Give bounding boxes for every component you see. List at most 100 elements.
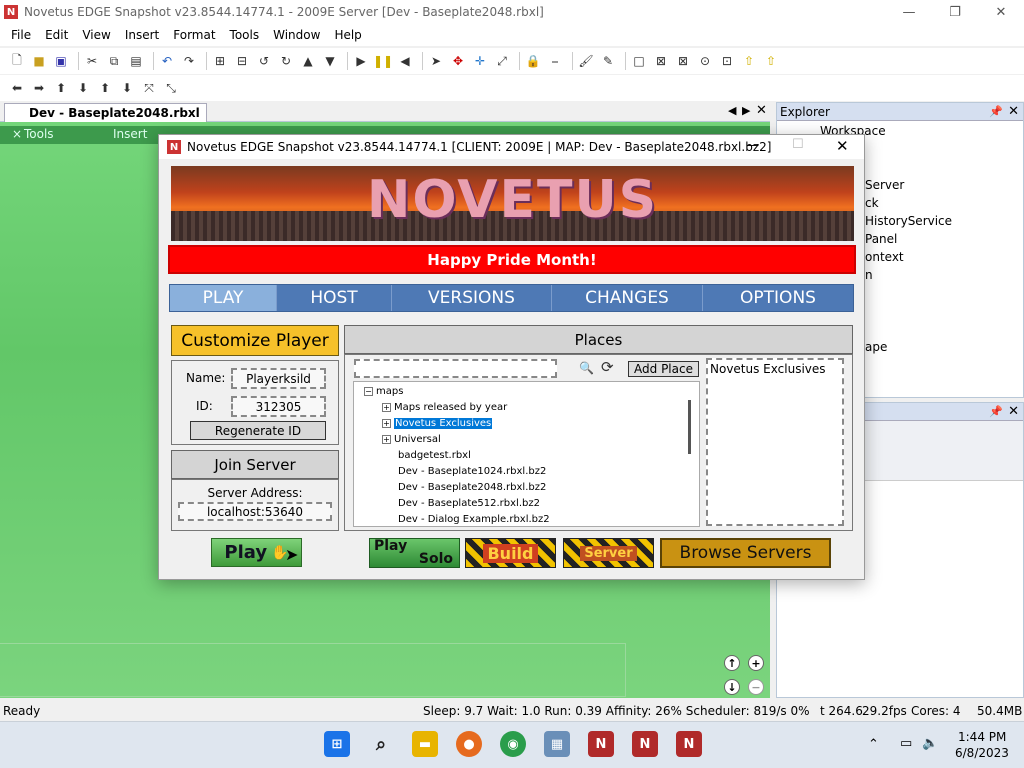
tree-root[interactable]: − maps <box>364 386 403 397</box>
arrow-left-icon[interactable]: ⬅ <box>8 79 26 97</box>
tab-nav-right-icon[interactable]: ▶ <box>742 104 750 117</box>
volume-icon[interactable]: 🔈 <box>922 736 938 751</box>
undo-icon[interactable]: ↶ <box>158 52 176 70</box>
novetus-taskbar-icon-2[interactable]: N <box>632 731 658 757</box>
server-address-field[interactable]: localhost:53640 <box>178 502 332 521</box>
tab-nav-left-icon[interactable]: ◀ <box>728 104 736 117</box>
minimize-icon[interactable]: — <box>886 0 932 24</box>
name-field[interactable]: Playerksild <box>231 368 326 389</box>
rotate-left-icon[interactable]: ↺ <box>255 52 273 70</box>
wedge-icon[interactable]: ⊠ <box>652 52 670 70</box>
arrow-top-icon[interactable]: ⬆ <box>96 79 114 97</box>
browse-servers-button[interactable]: Browse Servers <box>660 538 831 568</box>
server-button[interactable]: Server <box>563 538 654 568</box>
explorer-item-server[interactable]: Server <box>865 178 904 192</box>
menu-edit[interactable]: Edit <box>38 28 75 42</box>
chrome-icon[interactable]: ◉ <box>500 731 526 757</box>
network-icon[interactable]: ▭ <box>900 736 912 751</box>
menu-tools[interactable]: Tools <box>223 28 267 42</box>
tab-play[interactable]: PLAY <box>170 285 277 311</box>
rotate-right-icon[interactable]: ↻ <box>277 52 295 70</box>
arrow-down-icon[interactable]: ⬇ <box>74 79 92 97</box>
search-icon[interactable]: 🔍 <box>579 361 594 375</box>
menu-format[interactable]: Format <box>166 28 222 42</box>
regenerate-id-button[interactable]: Regenerate ID <box>190 421 326 440</box>
stop-icon[interactable]: ◀ <box>396 52 414 70</box>
zoom-in-icon[interactable]: + <box>748 655 764 671</box>
taskbar-time[interactable]: 1:44 PM <box>958 730 1006 744</box>
tab-versions[interactable]: VERSIONS <box>392 285 552 311</box>
tab-baseplate2048[interactable]: Dev - Baseplate2048.rbxl <box>4 103 207 122</box>
tree-scrollbar[interactable] <box>688 400 691 454</box>
search-icon[interactable]: ⌕ <box>368 731 394 757</box>
camera-down-icon[interactable]: ↓ <box>724 679 740 695</box>
redo-icon[interactable]: ↷ <box>180 52 198 70</box>
places-tree[interactable]: − maps + Maps released by year + Novetus Ex… <box>353 381 700 527</box>
places-search-input[interactable] <box>354 359 557 378</box>
menu-insert[interactable]: Insert <box>118 28 166 42</box>
move-down-icon[interactable]: ▼ <box>321 52 339 70</box>
save-icon[interactable]: ▣ <box>52 52 70 70</box>
move-up-icon[interactable]: ▲ <box>299 52 317 70</box>
play-solo-button[interactable]: Play Solo <box>369 538 460 568</box>
launcher-minimize-icon[interactable]: — <box>746 138 759 153</box>
tab-options[interactable]: OPTIONS <box>703 285 853 311</box>
paint-icon[interactable]: 🖌 <box>577 52 595 70</box>
box-icon[interactable]: □ <box>630 52 648 70</box>
photos-icon[interactable]: ▦ <box>544 731 570 757</box>
explorer-item-panel[interactable]: Panel <box>865 232 897 246</box>
menu-window[interactable]: Window <box>266 28 327 42</box>
tree-folder-universal[interactable]: + Universal <box>382 434 441 445</box>
pause-icon[interactable]: ❚❚ <box>373 52 393 70</box>
model-icon[interactable]: ⊡ <box>718 52 736 70</box>
tab-host[interactable]: HOST <box>277 285 392 311</box>
restore-icon[interactable]: ❐ <box>932 0 978 24</box>
id-field[interactable]: 312305 <box>231 396 326 417</box>
pin-icon[interactable]: 📌 <box>989 105 1003 118</box>
ungroup-icon[interactable]: ⊟ <box>233 52 251 70</box>
tree-file[interactable]: Dev - Baseplate1024.rbxl.bz2 <box>398 466 546 477</box>
fit-icon[interactable]: ⤡ <box>162 79 180 97</box>
camera-up-icon[interactable]: ↑ <box>724 655 740 671</box>
props-pin-icon[interactable]: 📌 <box>989 405 1003 418</box>
cut-icon[interactable]: ✂ <box>83 52 101 70</box>
x-box-icon[interactable]: ⊠ <box>674 52 692 70</box>
close-icon[interactable]: ✕ <box>978 0 1024 24</box>
open-folder-icon[interactable]: ■ <box>30 52 48 70</box>
explorer-item-ck[interactable]: ck <box>865 196 879 210</box>
novetus-taskbar-icon-3[interactable]: N <box>676 731 702 757</box>
tree-file[interactable]: Dev - Dialog Example.rbxl.bz2 <box>398 514 550 525</box>
explorer-item-ontext[interactable]: ontext <box>865 250 904 264</box>
explorer-item-historyservice[interactable]: HistoryService <box>865 214 952 228</box>
insert-label[interactable]: Insert <box>113 127 147 141</box>
tab-changes[interactable]: CHANGES <box>552 285 703 311</box>
firefox-icon[interactable]: ● <box>456 731 482 757</box>
lock-icon[interactable]: 🔒 <box>524 52 542 70</box>
copy-icon[interactable]: ⧉ <box>105 52 123 70</box>
add-place-button[interactable]: Add Place <box>628 361 699 377</box>
tree-folder-novetus-exclusives[interactable]: + Novetus Exclusives <box>382 418 493 429</box>
arrow-bottom-icon[interactable]: ⬇ <box>118 79 136 97</box>
novetus-taskbar-icon[interactable]: N <box>588 731 614 757</box>
close-tools-icon[interactable]: × <box>12 127 22 141</box>
customize-player-button[interactable]: Customize Player <box>171 325 339 356</box>
material-icon[interactable]: ✎ <box>599 52 617 70</box>
up-arrow-yellow2-icon[interactable]: ⇧ <box>762 52 780 70</box>
props-close-icon[interactable]: ✕ <box>1008 404 1019 419</box>
tab-close-icon[interactable]: ✕ <box>756 103 767 118</box>
file-explorer-icon[interactable]: ▬ <box>412 731 438 757</box>
tray-chevron-icon[interactable]: ⌃ <box>868 737 879 752</box>
arrow-up-icon[interactable]: ⬆ <box>52 79 70 97</box>
launcher-close-icon[interactable]: ✕ <box>836 137 849 155</box>
explorer-close-icon[interactable]: ✕ <box>1008 104 1019 119</box>
explorer-item-n[interactable]: n <box>865 268 873 282</box>
tree-folder-maps-by-year[interactable]: + Maps released by year <box>382 402 507 413</box>
new-file-icon[interactable]: 🗋 <box>8 52 26 70</box>
scale-icon[interactable]: ⤢ <box>493 52 511 70</box>
sphere-icon[interactable]: ⊙ <box>696 52 714 70</box>
tools-label[interactable]: Tools <box>24 127 54 141</box>
start-windows-icon[interactable]: ⊞ <box>324 731 350 757</box>
refresh-icon[interactable]: ⟳ <box>601 358 614 376</box>
select-icon[interactable]: ➤ <box>427 52 445 70</box>
zoom-out-icon[interactable]: − <box>748 679 764 695</box>
